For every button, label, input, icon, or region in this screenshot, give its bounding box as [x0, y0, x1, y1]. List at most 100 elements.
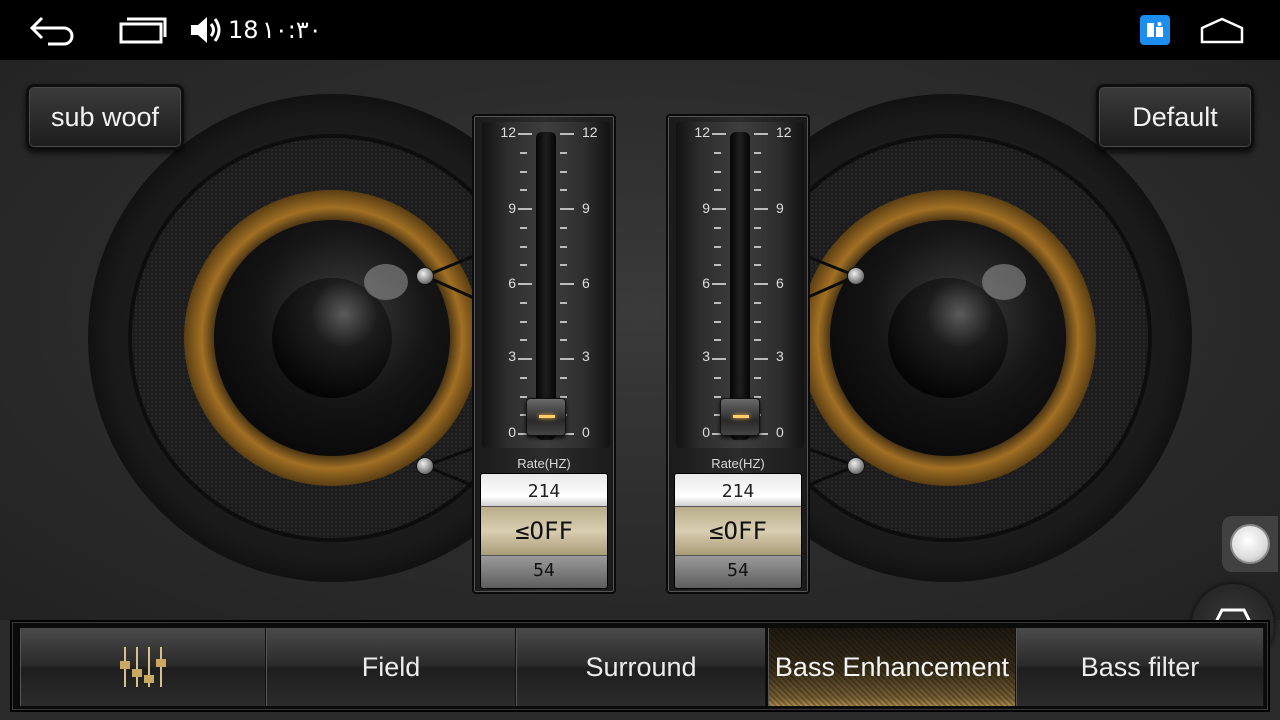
slider-knob[interactable]	[720, 398, 760, 436]
scale-tick	[754, 301, 761, 304]
scale-tick	[714, 301, 721, 304]
scale-tick	[560, 283, 574, 285]
volume-level: 18	[228, 16, 259, 44]
scale-tick	[754, 283, 768, 285]
volume-icon[interactable]	[188, 0, 224, 60]
scale-tick	[754, 226, 761, 229]
tab-field[interactable]: Field	[266, 628, 516, 706]
scale-tick	[714, 226, 721, 229]
scale-tick	[520, 339, 527, 342]
scale-label-3: 3	[508, 348, 516, 364]
scale-tick	[754, 264, 761, 267]
rate-label: Rate(HZ)	[711, 456, 765, 471]
scale-label-6: 6	[702, 275, 710, 291]
scale-tick	[560, 358, 574, 360]
scale-tick	[560, 189, 567, 192]
left-bass-slider-module: 12 12 9 9 6 6 3 3 0 0 Rate(HZ) 214 ≤OFF …	[472, 114, 616, 594]
scale-tick	[714, 151, 721, 154]
home-icon[interactable]	[1200, 0, 1244, 60]
scale-tick	[714, 189, 721, 192]
scale-tick	[712, 208, 726, 210]
scale-tick	[714, 395, 721, 398]
rate-option-next[interactable]: 54	[481, 556, 607, 588]
subwoof-button[interactable]: sub woof	[26, 84, 184, 150]
scale-tick	[754, 320, 761, 323]
default-button[interactable]: Default	[1096, 84, 1254, 150]
scale-tick	[714, 376, 721, 379]
scale-label-12: 12	[776, 124, 792, 140]
status-bar: 18 ١٠:٣٠	[0, 0, 1280, 60]
scale-tick	[754, 208, 768, 210]
scale-tick	[560, 301, 567, 304]
scale-tick	[520, 226, 527, 229]
scale-tick	[560, 339, 567, 342]
screw-icon	[416, 457, 434, 475]
rate-option-next[interactable]: 54	[675, 556, 801, 588]
screw-icon	[416, 267, 434, 285]
tab-bass-enhancement[interactable]: Bass Enhancement	[768, 628, 1016, 706]
tab-surround[interactable]: Surround	[516, 628, 766, 706]
scale-label-0: 0	[582, 424, 590, 440]
scale-tick	[520, 151, 527, 154]
scale-label-12: 12	[582, 124, 598, 140]
equalizer-icon	[120, 647, 166, 687]
slider-scale-panel: 12 12 9 9 6 6 3 3 0 0	[676, 122, 804, 448]
app-badge-icon[interactable]	[1140, 0, 1170, 60]
scale-label-3: 3	[702, 348, 710, 364]
tab-bass-filter[interactable]: Bass filter	[1016, 628, 1264, 706]
scale-tick	[714, 320, 721, 323]
slider-knob[interactable]	[526, 398, 566, 436]
rate-option-selected[interactable]: ≤OFF	[481, 506, 607, 556]
scale-tick	[712, 358, 726, 360]
scale-tick	[712, 133, 726, 135]
scale-label-6: 6	[582, 275, 590, 291]
scale-tick	[520, 301, 527, 304]
scale-label-9: 9	[582, 200, 590, 216]
scale-tick	[754, 170, 761, 173]
rate-option-prev[interactable]: 214	[481, 474, 607, 506]
scale-tick	[714, 170, 721, 173]
slider-track[interactable]	[536, 132, 556, 440]
speaker-stage: sub woof Default 12 12 9 9 6 6 3 3 0 0 R…	[0, 60, 1280, 620]
scale-tick	[520, 264, 527, 267]
scale-tick	[754, 245, 761, 248]
back-arrow-icon[interactable]	[28, 0, 76, 60]
scale-tick	[520, 376, 527, 379]
scale-tick	[754, 358, 768, 360]
scale-tick	[520, 170, 527, 173]
scale-tick	[560, 376, 567, 379]
scale-tick	[520, 320, 527, 323]
scale-tick	[560, 170, 567, 173]
scale-tick	[714, 339, 721, 342]
scale-tick	[518, 208, 532, 210]
slider-track[interactable]	[730, 132, 750, 440]
scale-label-6: 6	[776, 275, 784, 291]
tab-equalizer[interactable]	[20, 628, 266, 706]
scale-tick	[560, 264, 567, 267]
scale-tick	[520, 395, 527, 398]
scale-tick	[518, 133, 532, 135]
rate-option-selected[interactable]: ≤OFF	[675, 506, 801, 556]
rate-option-prev[interactable]: 214	[675, 474, 801, 506]
scale-tick	[560, 245, 567, 248]
scale-tick	[754, 151, 761, 154]
scale-label-12: 12	[694, 124, 710, 140]
scale-label-9: 9	[508, 200, 516, 216]
scale-tick	[714, 245, 721, 248]
scale-label-9: 9	[776, 200, 784, 216]
scale-tick	[518, 358, 532, 360]
scale-label-3: 3	[582, 348, 590, 364]
right-bass-slider-module: 12 12 9 9 6 6 3 3 0 0 Rate(HZ) 214 ≤OFF …	[666, 114, 810, 594]
screw-icon	[847, 457, 865, 475]
assistive-touch-icon[interactable]	[1222, 516, 1278, 572]
scale-tick	[520, 245, 527, 248]
rate-picker[interactable]: 214 ≤OFF 54	[674, 473, 802, 589]
recent-apps-icon[interactable]	[118, 0, 168, 60]
rate-picker[interactable]: 214 ≤OFF 54	[480, 473, 608, 589]
clock: ١٠:٣٠	[262, 16, 322, 44]
scale-tick	[714, 264, 721, 267]
scale-tick	[560, 226, 567, 229]
slider-scale-panel: 12 12 9 9 6 6 3 3 0 0	[482, 122, 610, 448]
scale-tick	[754, 376, 761, 379]
screw-icon	[847, 267, 865, 285]
